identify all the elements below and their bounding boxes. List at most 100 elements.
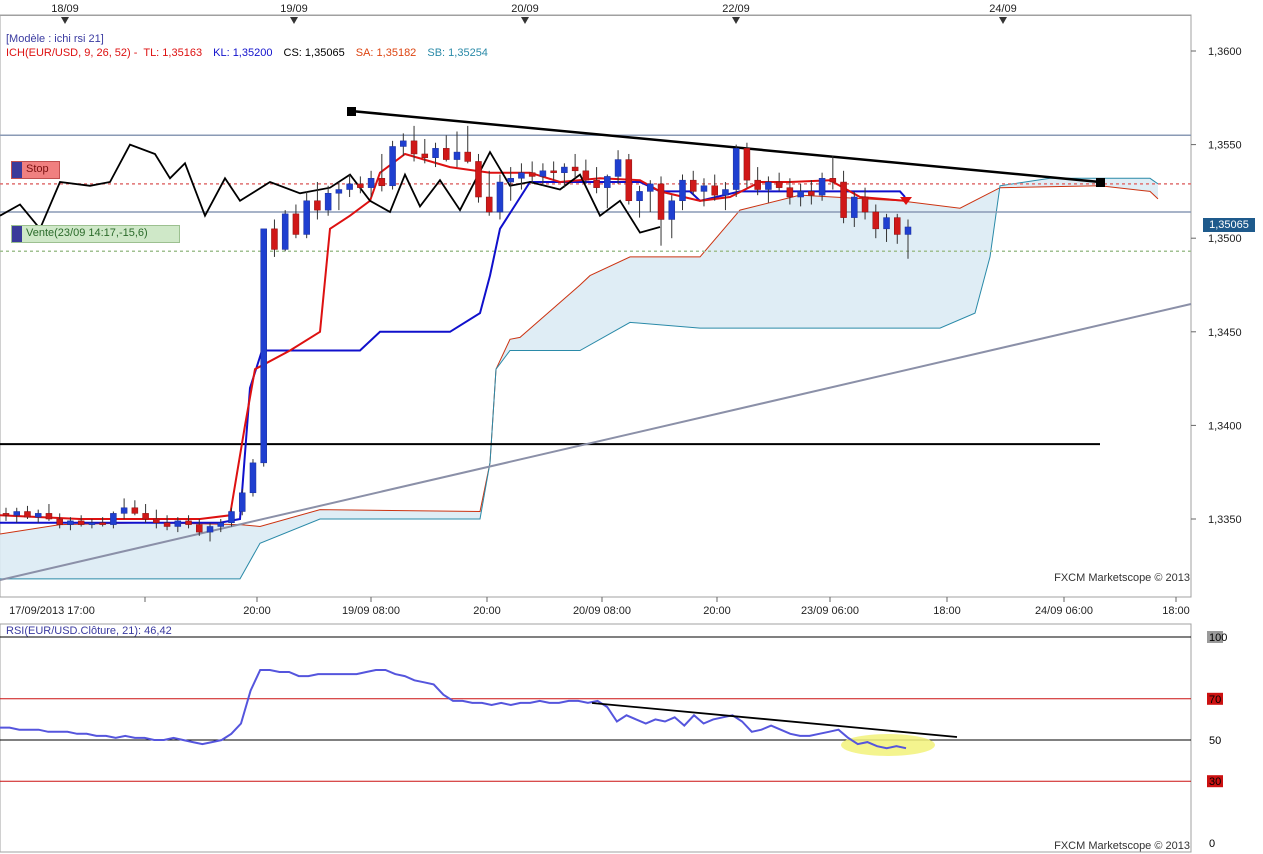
candle-body (324, 193, 332, 211)
price-y-axis: 1,3600 1,3550 1,3500 1,3450 1,3400 1,3350 (1191, 46, 1242, 526)
candle-body (797, 191, 804, 198)
sell-order-label: Vente(23/09 14:17,-15,6) (26, 227, 148, 239)
candle-body (689, 179, 697, 192)
candle-body (217, 522, 225, 527)
candle-body (786, 187, 794, 198)
candle-body (700, 185, 708, 192)
candle-body (861, 196, 869, 213)
candle-body (657, 183, 665, 220)
candle-body (754, 179, 761, 190)
x-tick-label: 17/09/2013 17:00 (9, 605, 95, 617)
candle-body (647, 183, 654, 192)
candle-body (303, 200, 310, 235)
candle-body (110, 513, 117, 525)
x-tick-label: 20:00 (703, 605, 731, 617)
chart-root: 18/09 19/09 20/09 22/09 24/09 1,3600 1,3550 1,… (0, 0, 1263, 854)
ichimoku-legend: ICH(EUR/USD, 9, 26, 52) - TL: 1,35163 KL… (6, 46, 488, 60)
candle-body (196, 524, 203, 533)
legend-kl: KL: 1,35200 (213, 47, 273, 59)
y-tick-label: 1,3500 (1208, 233, 1242, 245)
x-tick-label: 19/09 08:00 (342, 605, 400, 617)
y-tick-label: 1,3600 (1208, 46, 1242, 58)
candle-body (593, 179, 600, 188)
candle-body (464, 151, 471, 162)
top-date-label: 19/09 (280, 3, 308, 15)
candle-body (582, 170, 590, 181)
candle-body (228, 511, 235, 523)
candle-body (56, 518, 63, 525)
candle-body (818, 178, 826, 196)
candle-body (518, 172, 525, 179)
rsi-tick-label: 70 (1209, 694, 1221, 706)
candle-body (485, 196, 493, 213)
candle-body (88, 522, 96, 525)
candle-body (238, 492, 246, 512)
candle-body (389, 146, 396, 187)
y-tick-label: 1,3450 (1208, 327, 1242, 339)
candle-body (872, 211, 880, 230)
candle-body (142, 513, 149, 520)
candle-body (561, 166, 568, 173)
candle-body (400, 140, 407, 147)
candle-body (120, 507, 128, 514)
legend-cs: CS: 1,35065 (283, 47, 345, 59)
candle-body (894, 217, 901, 235)
candle-body (77, 520, 85, 525)
current-price-tag: 1,35065 (1203, 218, 1255, 232)
candle-body (679, 179, 686, 202)
candle-body (153, 518, 160, 523)
x-tick-label: 24/09 06:00 (1035, 605, 1093, 617)
candle-body (722, 189, 729, 196)
candle-body (829, 178, 837, 183)
rsi-tick-label: 50 (1209, 735, 1221, 747)
top-date-label: 18/09 (51, 3, 79, 15)
candle-body (67, 520, 74, 525)
x-tick-label: 18:00 (933, 605, 961, 617)
candle-body (34, 513, 42, 518)
candle-body (528, 172, 536, 177)
rsi-pane-frame (0, 623, 1192, 853)
rsi-tick-label: 30 (1209, 776, 1221, 788)
sell-order-badge[interactable]: Vente(23/09 14:17,-15,6) (11, 225, 180, 243)
candle-body (432, 148, 439, 158)
candle-body (625, 159, 633, 202)
rsi-y-axis: 100 70 50 30 0 (1207, 631, 1227, 850)
candle-body (410, 140, 418, 155)
legend-sa: SA: 1,35182 (355, 47, 417, 59)
legend-ich: ICH(EUR/USD, 9, 26, 52) - (6, 47, 141, 59)
y-tick-label: 1,3400 (1208, 420, 1242, 432)
candle-body (346, 183, 353, 190)
candle-body (206, 526, 214, 533)
candle-body (732, 148, 740, 190)
top-date-label: 24/09 (989, 3, 1017, 15)
candle-body (314, 200, 321, 211)
candle-body (281, 213, 289, 250)
candle-body (453, 151, 461, 160)
candle-body (550, 170, 557, 173)
candle-body (636, 191, 643, 202)
stop-label: Stop (26, 163, 49, 175)
candle-body (335, 189, 343, 194)
candle-body (13, 511, 20, 516)
trendline-anchor-right (1096, 178, 1105, 187)
x-tick-label: 23/09 06:00 (801, 605, 859, 617)
candle-body (45, 513, 53, 520)
stop-badge[interactable]: Stop (11, 161, 60, 179)
price-chart[interactable]: 18/09 19/09 20/09 22/09 24/09 1,36001,35501,… (0, 0, 1263, 854)
candle-body (421, 153, 429, 158)
sell-marker-icon (12, 226, 22, 242)
price-watermark: FXCM Marketscope © 2013 (1054, 572, 1190, 584)
candle-body (496, 181, 504, 213)
candle-body (292, 213, 300, 235)
candle-body (904, 226, 912, 235)
candle-body (775, 181, 783, 188)
stop-marker-icon (12, 162, 22, 178)
candle-body (808, 191, 815, 196)
rsi-title: RSI(EUR/USD.Clôture, 21): 46,42 (6, 625, 172, 637)
rsi-title-label: RSI(EUR/USD.Clôture, 21) (6, 625, 139, 637)
candle-body (271, 228, 278, 250)
candle-body (614, 159, 622, 177)
candle-body (2, 513, 10, 516)
trendline-anchor-left (347, 107, 356, 116)
candle-body (840, 181, 847, 218)
